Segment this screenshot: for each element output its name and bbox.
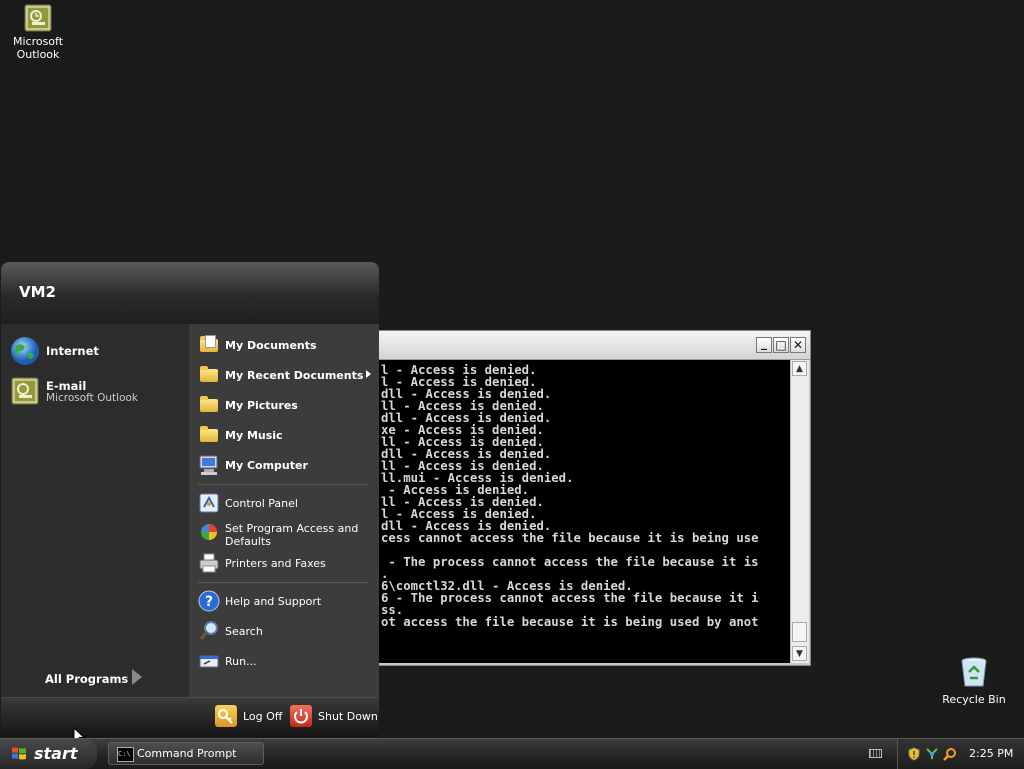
- outlook-email-icon: [9, 375, 41, 407]
- taskbar-button-command-prompt-label: Command Prompt: [137, 747, 237, 760]
- desktop-icon-recycle-bin[interactable]: Recycle Bin: [936, 656, 1012, 706]
- all-programs-button[interactable]: All Programs: [45, 672, 128, 686]
- search-tray-icon[interactable]: [943, 747, 957, 761]
- all-programs-arrow-icon[interactable]: [132, 669, 142, 685]
- run-icon: [198, 650, 220, 672]
- start-label: start: [34, 744, 78, 763]
- pinned-internet-label: Internet: [46, 344, 99, 358]
- taskbar-button-command-prompt[interactable]: C:\ Command Prompt: [108, 742, 264, 765]
- desktop-icon-outlook[interactable]: Microsoft Outlook: [0, 4, 76, 61]
- menu-search-label: Search: [225, 625, 263, 638]
- maximize-button[interactable]: □: [773, 337, 789, 353]
- internet-globe-icon: [9, 335, 41, 367]
- menu-search[interactable]: Search: [198, 620, 376, 644]
- start-menu-right-pane: My Documents My Recent Documents My Pict…: [190, 324, 379, 697]
- keyboard-tray-icon[interactable]: [869, 749, 882, 758]
- menu-printers-and-faxes-label: Printers and Faxes: [225, 557, 326, 570]
- control-panel-icon: [198, 492, 220, 514]
- taskbar: start C:\ Command Prompt 2:25 PM: [0, 738, 1024, 769]
- minimize-button[interactable]: _: [756, 337, 772, 353]
- set-program-access-icon: [198, 521, 220, 543]
- scroll-thumb[interactable]: [792, 622, 807, 642]
- menu-my-music[interactable]: My Music: [198, 424, 376, 448]
- network-tray-icon[interactable]: [925, 747, 939, 761]
- log-off-key-icon: [215, 705, 237, 727]
- search-magnifier-icon: [198, 620, 220, 642]
- shut-down-label: Shut Down: [318, 710, 378, 723]
- my-pictures-folder-icon: [198, 394, 220, 416]
- console-text: l - Access is denied. l - Access is deni…: [381, 363, 759, 629]
- start-button[interactable]: start: [0, 739, 97, 769]
- pinned-email-label: E-mail: [46, 379, 87, 393]
- recent-documents-folder-icon: [198, 364, 220, 386]
- start-menu-header: VM2: [1, 262, 379, 324]
- menu-my-computer-label: My Computer: [225, 459, 308, 472]
- scroll-up-arrow-icon[interactable]: ▲: [792, 361, 807, 376]
- menu-run[interactable]: Run...: [198, 650, 376, 674]
- console-scrollbar[interactable]: ▲ ▼: [790, 360, 809, 663]
- recycle-bin-icon: [959, 656, 989, 688]
- menu-my-computer[interactable]: My Computer: [198, 454, 376, 478]
- menu-my-recent-documents[interactable]: My Recent Documents: [198, 364, 376, 388]
- desktop-icon-recycle-bin-label: Recycle Bin: [942, 693, 1006, 706]
- pinned-email[interactable]: E-mail Microsoft Outlook: [9, 375, 184, 409]
- my-music-folder-icon: [198, 424, 220, 446]
- user-name: VM2: [19, 283, 56, 301]
- help-icon: ?: [198, 590, 220, 612]
- clock[interactable]: 2:25 PM: [969, 747, 1013, 760]
- svg-text:?: ?: [205, 594, 213, 610]
- start-menu-left-pane: Internet E-mail Microsoft Outlook All Pr…: [1, 324, 190, 697]
- pinned-email-sublabel: Microsoft Outlook: [46, 392, 139, 404]
- menu-separator: [198, 484, 368, 485]
- menu-printers-and-faxes[interactable]: Printers and Faxes: [198, 552, 376, 576]
- command-prompt-window[interactable]: _ □ ✕ l - Access is denied. l - Access i…: [378, 330, 811, 666]
- menu-set-program-access[interactable]: Set Program Access and Defaults: [198, 521, 376, 551]
- menu-my-pictures[interactable]: My Pictures: [198, 394, 376, 418]
- menu-my-documents-label: My Documents: [225, 339, 317, 352]
- power-icon: [290, 705, 312, 727]
- console-output[interactable]: l - Access is denied. l - Access is deni…: [379, 360, 790, 663]
- desktop-icon-outlook-label-2: Outlook: [16, 48, 60, 61]
- outlook-icon: [24, 4, 52, 32]
- my-documents-icon: [198, 334, 220, 356]
- menu-set-program-access-label-1: Set Program Access and: [225, 522, 359, 535]
- submenu-arrow-icon: [366, 370, 371, 378]
- menu-help-and-support[interactable]: ? Help and Support: [198, 590, 376, 614]
- menu-run-label: Run...: [225, 655, 257, 668]
- log-off-label: Log Off: [243, 710, 283, 723]
- windows-flag-icon: [11, 746, 27, 762]
- close-button[interactable]: ✕: [790, 337, 806, 353]
- command-prompt-icon: C:\: [117, 747, 134, 762]
- menu-control-panel[interactable]: Control Panel: [198, 492, 376, 516]
- start-menu: VM2 Internet E-mail Microsoft Outlook Al…: [0, 262, 380, 737]
- printer-icon: [198, 552, 220, 574]
- pinned-internet[interactable]: Internet: [9, 335, 184, 369]
- menu-my-recent-documents-label: My Recent Documents: [225, 369, 364, 382]
- my-computer-icon: [198, 454, 220, 476]
- security-shield-icon[interactable]: [907, 747, 921, 761]
- system-tray: 2:25 PM: [897, 739, 1024, 769]
- menu-help-and-support-label: Help and Support: [225, 595, 322, 608]
- menu-set-program-access-label-2: Defaults: [225, 535, 271, 548]
- menu-my-pictures-label: My Pictures: [225, 399, 298, 412]
- menu-control-panel-label: Control Panel: [225, 497, 298, 510]
- command-prompt-titlebar[interactable]: _ □ ✕: [379, 331, 810, 360]
- menu-separator: [198, 582, 368, 583]
- menu-my-music-label: My Music: [225, 429, 283, 442]
- scroll-down-arrow-icon[interactable]: ▼: [792, 646, 807, 661]
- menu-my-documents[interactable]: My Documents: [198, 334, 376, 358]
- desktop-icon-outlook-label-1: Microsoft: [12, 35, 64, 48]
